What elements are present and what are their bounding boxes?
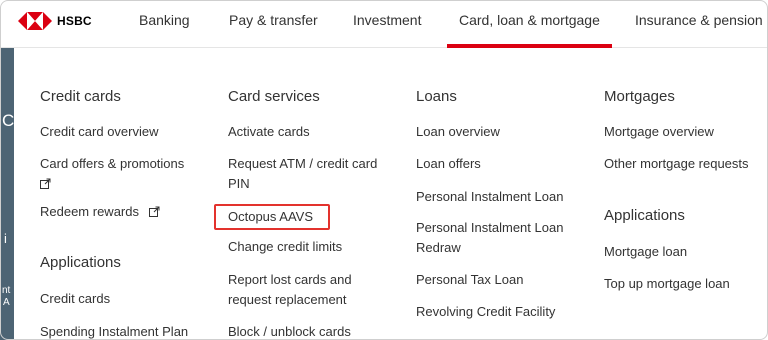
spending-instalment-plan-link[interactable]: Spending Instalment Plan — [40, 322, 188, 340]
activate-cards-link[interactable]: Activate cards — [228, 122, 310, 142]
nav-insurance-pension[interactable]: Insurance & pension — [635, 0, 763, 48]
external-link-icon — [40, 178, 51, 189]
strip-char: A — [3, 297, 10, 308]
nav-investment[interactable]: Investment — [353, 0, 421, 48]
request-atm-pin-link[interactable]: Request ATM / credit card — [228, 154, 377, 174]
card-services-heading: Card services — [228, 88, 320, 105]
top-up-mortgage-loan-link[interactable]: Top up mortgage loan — [604, 274, 730, 294]
report-lost-cards-link-line2[interactable]: request replacement — [228, 290, 347, 310]
hsbc-logo[interactable]: HSBC — [18, 11, 92, 31]
personal-instalment-loan-link[interactable]: Personal Instalment Loan — [416, 187, 563, 207]
external-link-icon — [148, 206, 160, 217]
report-lost-cards-link[interactable]: Report lost cards and — [228, 270, 352, 290]
strip-char: nt — [2, 285, 11, 296]
loan-offers-link[interactable]: Loan offers — [416, 154, 481, 174]
mortgage-applications-heading: Applications — [604, 207, 685, 224]
nav-card-loan-mortgage[interactable]: Card, loan & mortgage — [447, 0, 612, 48]
background-page-strip: C i nt A — [0, 48, 14, 340]
redeem-rewards-label: Redeem rewards — [40, 204, 139, 219]
credit-cards-heading: Credit cards — [40, 88, 121, 105]
request-atm-pin-link-line2[interactable]: PIN — [228, 174, 250, 194]
mortgage-overview-link[interactable]: Mortgage overview — [604, 122, 714, 142]
mortgage-loan-link[interactable]: Mortgage loan — [604, 242, 687, 262]
redeem-rewards-link[interactable]: Redeem rewards — [40, 202, 160, 222]
brand-name: HSBC — [57, 14, 92, 28]
loans-heading: Loans — [416, 88, 457, 105]
revolving-credit-facility-link[interactable]: Revolving Credit Facility — [416, 302, 555, 322]
apply-credit-cards-link[interactable]: Credit cards — [40, 289, 110, 309]
card-applications-heading: Applications — [40, 254, 121, 271]
personal-instalment-loan-redraw-line2[interactable]: Redraw — [416, 238, 461, 258]
credit-card-overview-link[interactable]: Credit card overview — [40, 122, 159, 142]
strip-char: i — [4, 231, 7, 246]
personal-instalment-loan-redraw-link[interactable]: Personal Instalment Loan — [416, 218, 563, 238]
mega-menu-panel: Credit cards Credit card overview Card o… — [14, 48, 768, 340]
nav-pay-transfer[interactable]: Pay & transfer — [229, 0, 318, 48]
octopus-aavs-link[interactable]: Octopus AAVS — [228, 207, 313, 227]
card-offers-promotions-link[interactable]: Card offers & promotions — [40, 154, 184, 174]
other-mortgage-requests-link[interactable]: Other mortgage requests — [604, 154, 749, 174]
change-credit-limits-link[interactable]: Change credit limits — [228, 237, 342, 257]
hsbc-hexagon-icon — [18, 12, 52, 30]
mortgages-heading: Mortgages — [604, 88, 675, 105]
nav-banking[interactable]: Banking — [139, 0, 190, 48]
strip-char: C — [2, 111, 15, 130]
personal-tax-loan-link[interactable]: Personal Tax Loan — [416, 270, 523, 290]
top-navigation: HSBC Banking Pay & transfer Investment C… — [0, 0, 768, 48]
loan-overview-link[interactable]: Loan overview — [416, 122, 500, 142]
block-unblock-cards-link[interactable]: Block / unblock cards — [228, 322, 351, 340]
